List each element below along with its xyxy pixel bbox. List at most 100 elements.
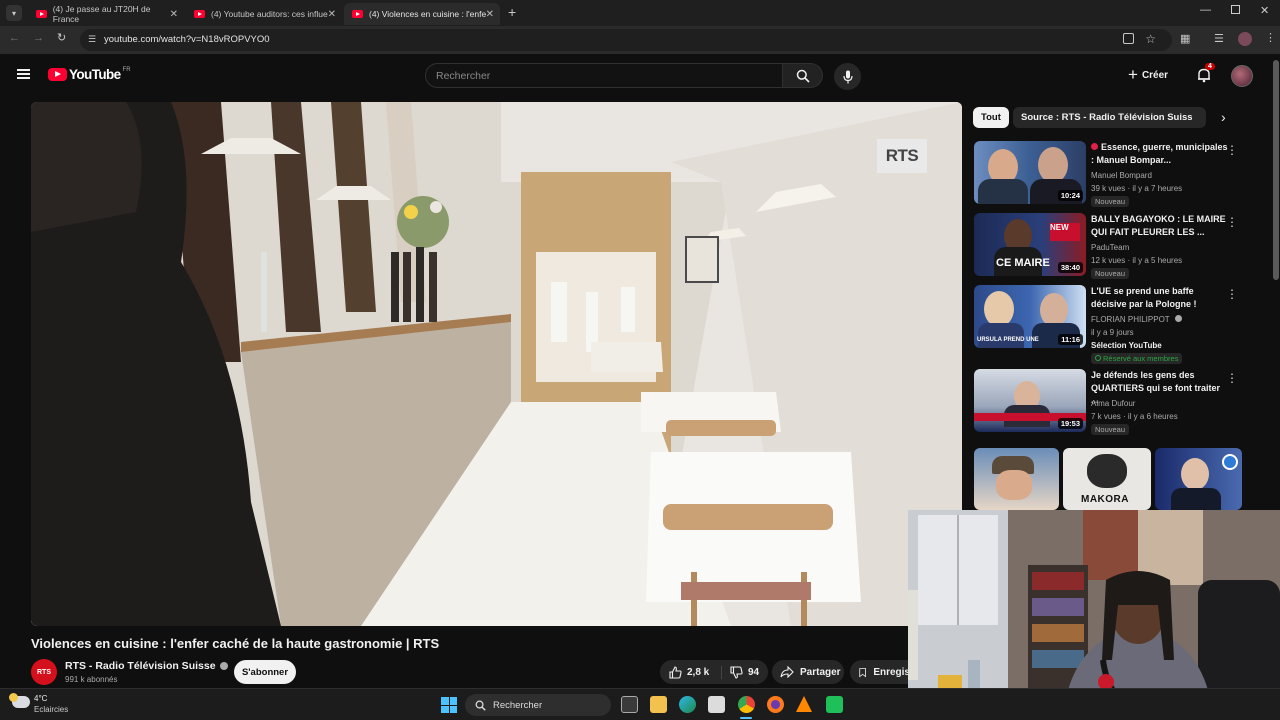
video-player[interactable]: RTS xyxy=(31,102,962,626)
recommendation-meta: 39 k vues · il y a 7 heures xyxy=(1091,184,1183,193)
verified-check-icon xyxy=(219,662,228,670)
url-field[interactable]: ☰ youtube.com/watch?v=N18vROPVYO0 ☆ xyxy=(80,29,1172,51)
firefox-icon[interactable] xyxy=(767,696,784,713)
restore-window-icon[interactable] xyxy=(1231,5,1240,14)
weather-desc: Eclaircies xyxy=(34,705,69,714)
share-button[interactable]: Partager xyxy=(772,660,844,684)
shorts-thumbnail[interactable]: MAKORA xyxy=(1063,448,1151,510)
channel-name[interactable]: RTS - Radio Télévision Suisse xyxy=(65,660,228,672)
recommendation-item[interactable]: NEW CE MAIRE 38:40 BALLY BAGAYOKO : LE M… xyxy=(974,213,1244,279)
weather-widget[interactable]: 4°C Eclaircies xyxy=(9,692,82,718)
chevron-right-icon[interactable]: › xyxy=(1221,109,1226,125)
taskbar-search-label: Rechercher xyxy=(493,699,543,711)
recommendation-meta: 7 k vues · il y a 6 heures xyxy=(1091,412,1178,421)
tab-close-icon[interactable]: ✕ xyxy=(486,9,494,20)
dislike-button[interactable]: 94 xyxy=(722,665,759,679)
voice-search-button[interactable] xyxy=(834,63,861,90)
bookmark-star-icon[interactable]: ☆ xyxy=(1145,32,1156,46)
taskbar-search-box[interactable]: Rechercher xyxy=(465,694,611,716)
notifications-button[interactable]: 4 xyxy=(1196,63,1215,83)
active-app-indicator xyxy=(740,717,752,719)
shorts-action-icon[interactable] xyxy=(1222,454,1238,470)
shorts-thumbnail[interactable] xyxy=(974,448,1059,510)
tab-list-chevron-icon[interactable]: ▾ xyxy=(6,5,22,21)
recommendation-channel: Manuel Bompard xyxy=(1091,171,1152,180)
search-button[interactable] xyxy=(783,63,823,88)
members-icon xyxy=(1095,355,1101,361)
chip-source-rts[interactable]: Source : RTS - Radio Télévision Suisse xyxy=(1013,107,1206,128)
recommendation-title: BALLY BAGAYOKO : LE MAIRE QUI FAIT PLEUR… xyxy=(1091,214,1226,237)
more-options-icon[interactable]: ⋮ xyxy=(1226,215,1238,229)
new-tab-button[interactable]: + xyxy=(508,4,516,20)
channel-avatar[interactable]: RTS xyxy=(31,659,57,685)
more-options-icon[interactable]: ⋮ xyxy=(1226,287,1238,301)
search-placeholder: Rechercher xyxy=(436,70,491,82)
channel-text: FLORIAN PHILIPPOT xyxy=(1091,315,1170,324)
duration-badge: 19:53 xyxy=(1057,418,1083,429)
tab-search-icon[interactable]: ☰ xyxy=(1214,32,1224,45)
start-button[interactable] xyxy=(441,697,457,713)
vlc-icon[interactable] xyxy=(796,696,812,712)
video-title: Violences en cuisine : l'enfer caché de … xyxy=(31,636,440,651)
page-scrollbar[interactable] xyxy=(1273,60,1279,280)
windows-taskbar: 4°C Eclaircies Rechercher xyxy=(0,688,1280,720)
chip-partial[interactable] xyxy=(1192,107,1202,128)
browser-tab-1[interactable]: (4) Je passe au JT20H de France ✕ xyxy=(28,3,184,25)
microsoft-store-icon[interactable] xyxy=(708,696,725,713)
tab-close-icon[interactable]: ✕ xyxy=(328,9,336,20)
search-input[interactable]: Rechercher xyxy=(425,63,783,88)
recommendation-meta: il y a 9 jours xyxy=(1091,328,1134,337)
share-arrow-icon xyxy=(780,666,794,678)
live-dot-icon xyxy=(1091,143,1098,150)
site-settings-icon[interactable]: ☰ xyxy=(88,34,96,45)
account-avatar[interactable] xyxy=(1231,65,1253,87)
video-thumbnail[interactable]: URSULA PREND UNE 11:16 xyxy=(974,285,1086,348)
extensions-icon[interactable]: ▦ xyxy=(1180,32,1190,45)
video-thumbnail[interactable]: 10:24 xyxy=(974,141,1086,204)
tab-label: (4) Violences en cuisine : l'enfe xyxy=(369,9,487,19)
hamburger-menu-icon[interactable] xyxy=(17,69,30,79)
video-thumbnail[interactable]: NEW CE MAIRE 38:40 xyxy=(974,213,1086,276)
duration-badge: 11:16 xyxy=(1058,334,1083,345)
recommendation-item[interactable]: 19:53 Je défends les gens des QUARTIERS … xyxy=(974,369,1244,435)
close-window-icon[interactable]: ✕ xyxy=(1260,4,1269,17)
video-thumbnail[interactable]: 19:53 xyxy=(974,369,1086,432)
recommendation-title: L'UE se prend une baffe décisive par la … xyxy=(1091,286,1197,309)
browser-menu-icon[interactable]: ⋮ xyxy=(1265,31,1276,44)
like-button[interactable]: 2,8 k xyxy=(660,665,722,679)
recommendation-item[interactable]: 10:24 Essence, guerre, municipales : Man… xyxy=(974,141,1244,207)
youtube-header: YouTube FR Rechercher + Créer 4 xyxy=(0,54,1280,98)
shorts-thumbnail[interactable] xyxy=(1155,448,1242,510)
thumbnail-text: CE MAIRE xyxy=(996,257,1050,269)
profile-avatar-icon[interactable] xyxy=(1238,32,1252,46)
chip-all[interactable]: Tout xyxy=(973,107,1009,128)
browser-tab-3-active[interactable]: (4) Violences en cuisine : l'enfe ✕ xyxy=(344,3,500,25)
browser-tab-2[interactable]: (4) Youtube auditors: ces influe ✕ xyxy=(186,3,342,25)
tab-close-icon[interactable]: ✕ xyxy=(170,9,178,20)
install-app-icon[interactable] xyxy=(1123,33,1134,44)
streaming-app-icon[interactable] xyxy=(826,696,843,713)
youtube-logo[interactable]: YouTube FR xyxy=(48,67,131,82)
youtube-favicon-icon xyxy=(194,10,205,18)
reload-icon[interactable]: ↻ xyxy=(57,31,66,44)
create-button[interactable]: + Créer xyxy=(1128,65,1168,85)
subscriber-count: 991 k abonnés xyxy=(65,675,118,684)
edge-browser-icon[interactable] xyxy=(679,696,696,713)
minimize-window-icon[interactable]: — xyxy=(1200,4,1211,16)
members-text: Réservé aux membres xyxy=(1103,354,1179,363)
back-arrow-icon[interactable]: ← xyxy=(9,32,20,44)
thumb-down-icon xyxy=(730,665,743,679)
thumb-up-icon xyxy=(669,665,682,679)
more-options-icon[interactable]: ⋮ xyxy=(1226,371,1238,385)
file-explorer-icon[interactable] xyxy=(650,696,667,713)
subscribe-button[interactable]: S'abonner xyxy=(234,660,296,684)
weather-temp: 4°C xyxy=(34,694,48,703)
title-text: Essence, guerre, municipales : Manuel Bo… xyxy=(1091,142,1228,165)
save-button[interactable]: Enregis xyxy=(850,660,910,684)
recommendation-item[interactable]: URSULA PREND UNE 11:16 L'UE se prend une… xyxy=(974,285,1244,365)
task-view-icon[interactable] xyxy=(621,696,638,713)
forward-arrow-icon[interactable]: → xyxy=(33,32,44,44)
new-badge: Nouveau xyxy=(1091,196,1130,207)
chrome-icon[interactable] xyxy=(738,696,755,713)
more-options-icon[interactable]: ⋮ xyxy=(1226,143,1238,157)
